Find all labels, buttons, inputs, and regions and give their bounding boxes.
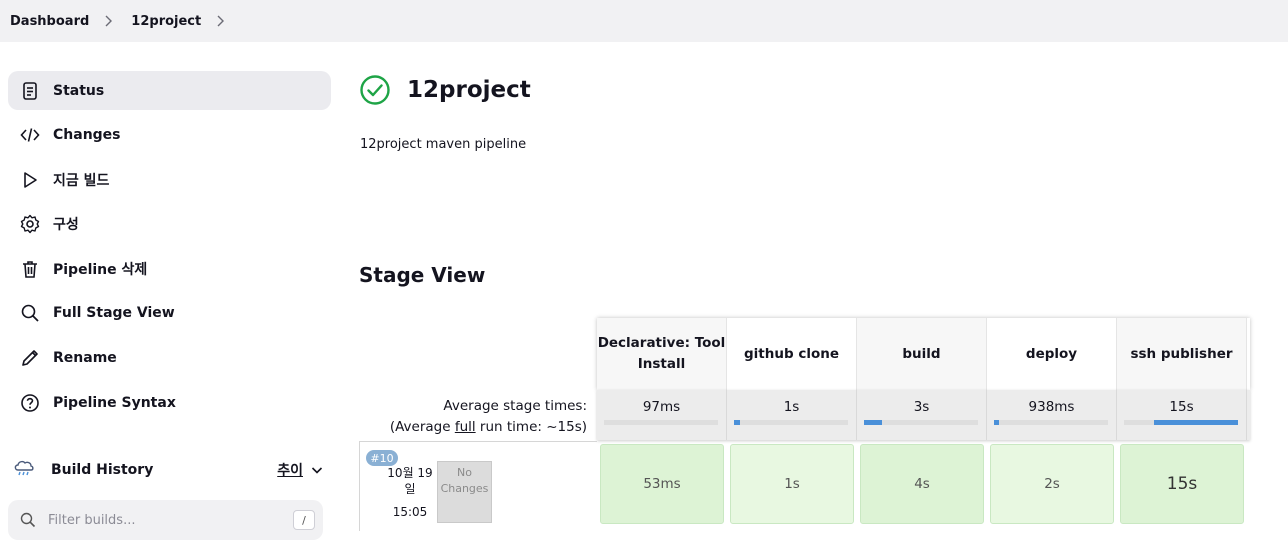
- sidebar-item-label: Changes: [53, 127, 121, 144]
- weather-rain-icon: [12, 456, 36, 484]
- play-icon: [20, 170, 40, 190]
- stage-duration: 53ms: [600, 444, 724, 524]
- average-progress-bar: [734, 420, 848, 425]
- success-check-icon: [360, 75, 390, 105]
- no-changes-box: No Changes: [437, 461, 492, 523]
- average-progress-bar: [864, 420, 978, 425]
- stage-result-cell[interactable]: 15s: [1117, 441, 1247, 529]
- average-progress-bar: [994, 420, 1108, 425]
- stage-header: deploy: [987, 318, 1117, 390]
- average-times-row: 97ms 1s 3s 938ms 15s: [597, 390, 1250, 440]
- stage-duration: 2s: [990, 444, 1114, 524]
- sidebar-item-status[interactable]: Status: [8, 71, 331, 110]
- sidebar-item-build-now[interactable]: 지금 빌드: [8, 160, 331, 199]
- search-icon: [20, 512, 36, 528]
- sidebar-item-label: Full Stage View: [53, 305, 175, 322]
- average-progress-fill: [994, 420, 999, 425]
- stage-header: build: [857, 318, 987, 390]
- sidebar-item-configure[interactable]: 구성: [8, 205, 331, 244]
- average-cell: 938ms: [987, 390, 1117, 440]
- document-icon: [20, 81, 40, 101]
- filter-placeholder: Filter builds...: [48, 512, 136, 528]
- help-icon: [20, 393, 40, 413]
- sidebar-item-label: Status: [53, 82, 105, 99]
- average-progress-bar: [1124, 420, 1238, 425]
- pencil-icon: [20, 348, 40, 368]
- average-stage-times-label: Average stage times: (Average full run t…: [359, 396, 587, 438]
- sidebar-item-label: Rename: [53, 350, 117, 367]
- sidebar-item-label: Pipeline Syntax: [53, 394, 176, 411]
- sidebar-item-pipeline-syntax[interactable]: Pipeline Syntax: [8, 383, 331, 422]
- stage-header: github clone: [727, 318, 857, 390]
- sidebar-item-changes[interactable]: Changes: [8, 116, 331, 155]
- average-cell: 97ms: [597, 390, 727, 440]
- search-icon: [20, 303, 40, 323]
- stage-header: ssh publisher: [1117, 318, 1247, 390]
- sidebar-item-label: Pipeline 삭제: [53, 261, 148, 278]
- divider: [359, 441, 597, 442]
- sidebar-item-rename[interactable]: Rename: [8, 339, 331, 378]
- average-progress-bar: [604, 420, 718, 425]
- stage-view-title: Stage View: [359, 263, 486, 287]
- breadcrumb-project[interactable]: 12project: [131, 14, 201, 29]
- trash-icon: [20, 259, 40, 279]
- stage-duration: 4s: [860, 444, 984, 524]
- build-number-badge[interactable]: #10: [366, 450, 398, 466]
- sidebar-item-label: 구성: [53, 217, 79, 234]
- gear-icon: [20, 214, 40, 234]
- average-progress-fill: [734, 420, 740, 425]
- average-run-time-text: (Average full run time: ~15s): [359, 417, 587, 438]
- code-icon: [20, 125, 40, 145]
- build-date: 10월 19 일: [387, 466, 433, 496]
- stage-duration: 15s: [1120, 444, 1244, 524]
- sidebar-item-full-stage-view[interactable]: Full Stage View: [8, 294, 331, 333]
- average-time: 3s: [913, 399, 930, 415]
- stage-result-cell[interactable]: 1s: [727, 441, 857, 529]
- project-title: 12project: [407, 77, 531, 103]
- build-history-header: Build History 추이: [8, 452, 323, 488]
- average-time: 1s: [783, 399, 800, 415]
- average-time: 938ms: [1028, 399, 1075, 415]
- sidebar-item-delete-pipeline[interactable]: Pipeline 삭제: [8, 249, 331, 288]
- avg-run-prefix: (Average: [389, 419, 455, 435]
- sidebar: Status Changes 지금 빌드 구성 Pipeline 삭제 Full…: [8, 71, 331, 428]
- chevron-right-icon[interactable]: [215, 15, 225, 27]
- average-cell: 15s: [1117, 390, 1247, 440]
- build-stage-row: 53ms 1s 4s 2s 15s: [597, 441, 1250, 529]
- stage-result-cell[interactable]: 4s: [857, 441, 987, 529]
- stage-header-row: Declarative: Tool Install github clone b…: [597, 318, 1250, 390]
- breadcrumb: Dashboard 12project: [0, 0, 1288, 42]
- average-label-text: Average stage times:: [443, 398, 587, 414]
- chevron-down-icon[interactable]: [311, 461, 323, 480]
- stage-duration: 1s: [730, 444, 854, 524]
- stage-result-cell[interactable]: 2s: [987, 441, 1117, 529]
- build-time: 15:05: [392, 505, 428, 519]
- sidebar-item-label: 지금 빌드: [53, 172, 110, 189]
- build-history-title: Build History: [51, 462, 154, 478]
- average-cell: 3s: [857, 390, 987, 440]
- stage-result-cell[interactable]: 53ms: [597, 441, 727, 529]
- full-run-link[interactable]: full: [455, 419, 476, 435]
- average-time: 97ms: [642, 399, 681, 415]
- divider: [359, 441, 360, 531]
- keyboard-shortcut-hint: /: [293, 510, 315, 530]
- page-title: 12project: [359, 74, 531, 106]
- filter-builds-input[interactable]: Filter builds... /: [8, 500, 323, 540]
- chevron-right-icon[interactable]: [103, 15, 113, 27]
- trend-link[interactable]: 추이: [277, 460, 303, 480]
- breadcrumb-dashboard[interactable]: Dashboard: [10, 14, 89, 29]
- average-cell: 1s: [727, 390, 857, 440]
- avg-run-suffix: run time: ~15s): [475, 419, 587, 435]
- stage-header: Declarative: Tool Install: [597, 318, 727, 390]
- project-description: 12project maven pipeline: [360, 137, 527, 152]
- average-progress-fill: [864, 420, 883, 425]
- average-progress-fill: [1153, 420, 1238, 425]
- average-time: 15s: [1169, 399, 1194, 415]
